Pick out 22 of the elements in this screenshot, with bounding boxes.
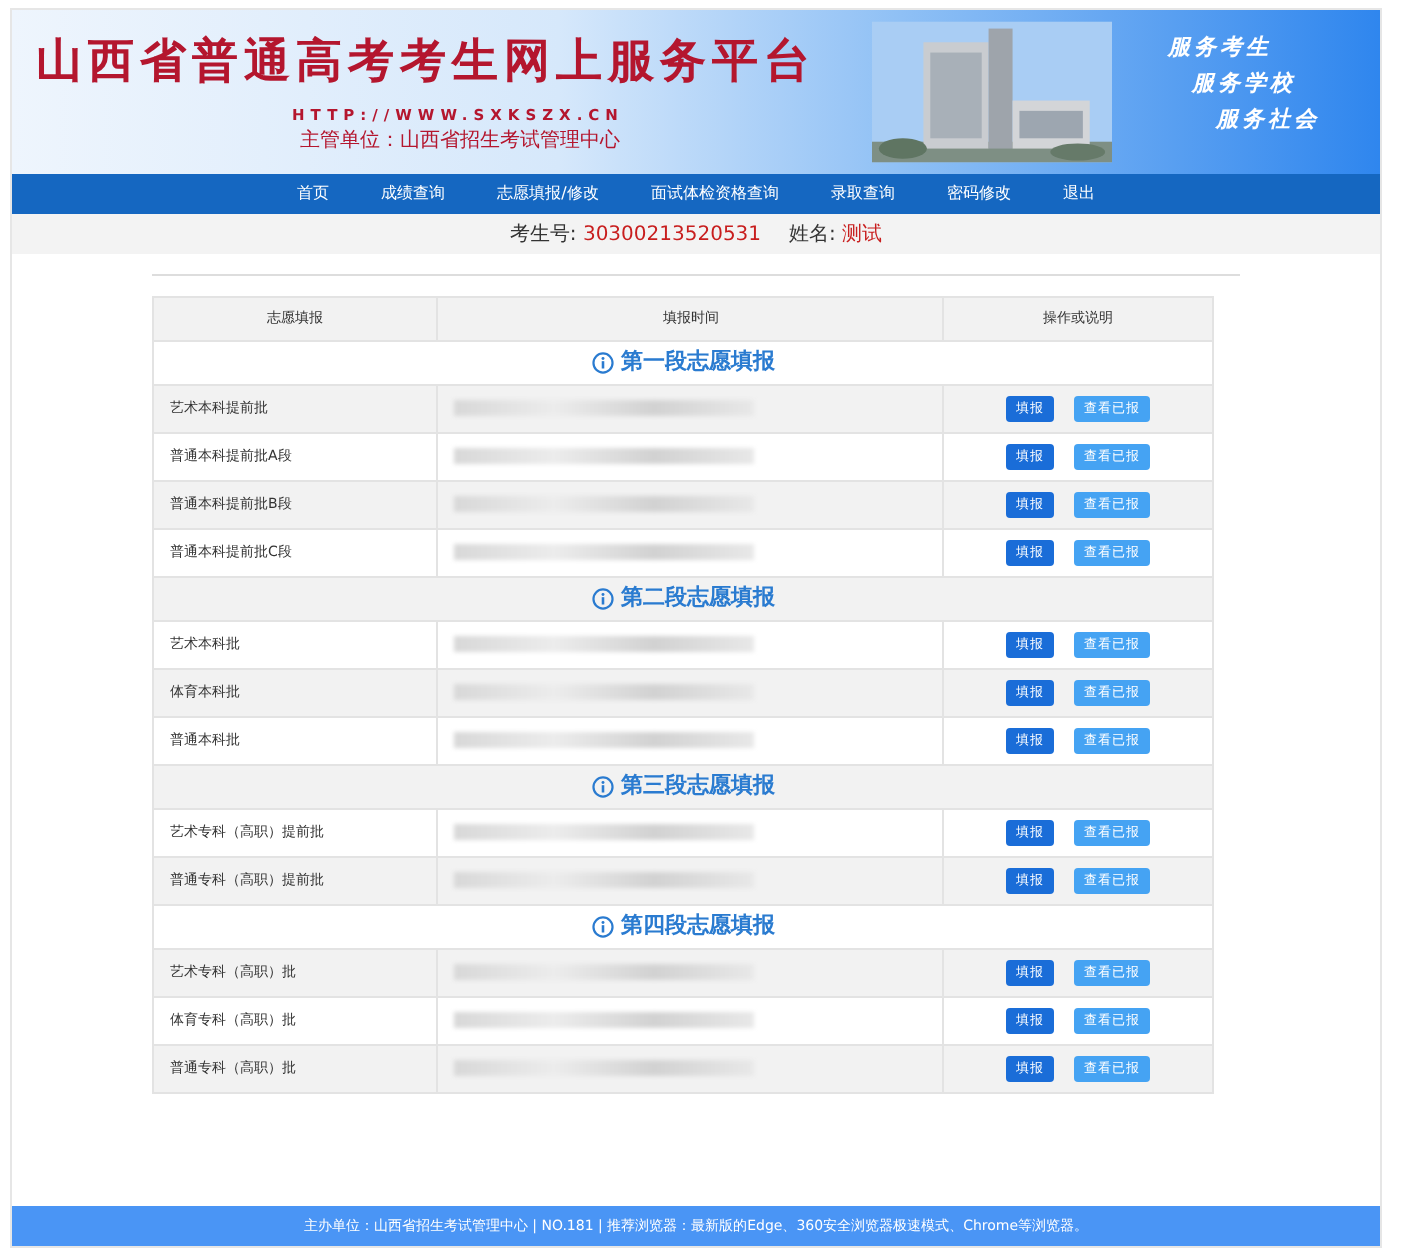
nav-link[interactable]: 志愿填报/修改 (497, 182, 599, 206)
student-name: 姓名: 测试 (789, 221, 883, 249)
slogan-text: 服务考生 (1168, 34, 1274, 61)
student-id: 考生号: 30300213520531 (509, 221, 762, 249)
slogan-text: 服务社会 (1216, 106, 1320, 134)
site-title: 山西省普通高考考生网上服务平台 (36, 38, 818, 89)
supervisor-text: 主管单位：山西省招生考试管理中心 (300, 129, 622, 152)
info-icon (591, 915, 613, 938)
nav-link[interactable]: 面试体检资格查询 (650, 182, 779, 206)
section-title: 第二段志愿填报 (591, 581, 775, 615)
nav-link[interactable]: 成绩查询 (381, 182, 446, 206)
slogan-text: 服务学校 (1192, 70, 1298, 97)
info-icon (591, 775, 613, 798)
info-icon (591, 587, 613, 610)
section-title: 第一段志愿填报 (591, 345, 775, 379)
nav-link[interactable]: 退出 (1062, 182, 1095, 206)
nav-link[interactable]: 密码修改 (946, 182, 1011, 206)
section-title: 第三段志愿填报 (591, 769, 775, 803)
section-title: 第四段志愿填报 (591, 909, 775, 943)
nav-link[interactable]: 录取查询 (830, 182, 895, 206)
nav-link[interactable]: 首页 (297, 182, 330, 206)
info-icon (591, 351, 613, 374)
